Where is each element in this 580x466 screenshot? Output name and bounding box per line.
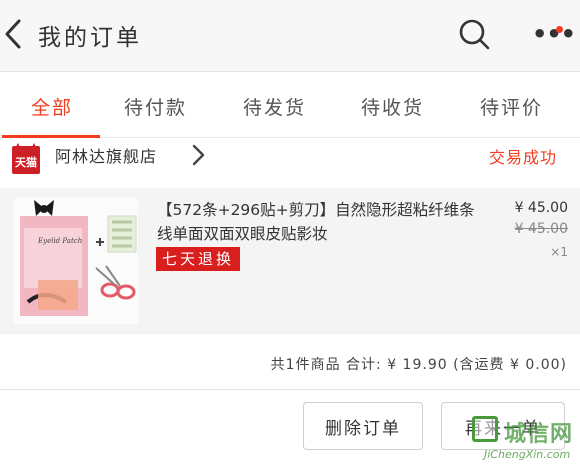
back-button[interactable] xyxy=(0,14,26,54)
chevron-right-icon xyxy=(192,144,205,166)
seven-day-return-badge: 七天退换 xyxy=(156,247,241,271)
app-header: 我的订单 ••• xyxy=(0,0,580,72)
chevron-left-icon xyxy=(5,19,21,49)
order-tabs: 全部 待付款 待发货 待收货 待评价 xyxy=(0,73,580,138)
tmall-logo-text: 天猫 xyxy=(15,156,37,169)
shop-name[interactable]: 阿林达旗舰店 xyxy=(55,143,157,167)
tab-pending-shipment[interactable]: 待发货 xyxy=(243,93,306,120)
tab-pending-payment[interactable]: 待付款 xyxy=(124,93,187,120)
watermark-logo-icon xyxy=(472,416,498,442)
product-title: 【572条+296贴+剪刀】自然隐形超粘纤维条线单面双面双眼皮贴影妆 xyxy=(157,201,475,243)
order-item[interactable]: Eyelid Patch 【572条+296贴+剪刀】自然隐形超粘纤维条线单面双… xyxy=(0,188,580,334)
shop-row: 天猫 阿林达旗舰店 交易成功 xyxy=(0,138,580,176)
package-script-label: Eyelid Patch xyxy=(37,237,82,245)
tab-pending-receipt[interactable]: 待收货 xyxy=(361,93,424,120)
tab-pending-review[interactable]: 待评价 xyxy=(480,93,543,120)
notification-dot xyxy=(556,26,563,33)
order-total: 共1件商品 合计: ¥ 19.90 (含运费 ¥ 0.00) xyxy=(270,357,567,373)
product-original-price: ¥ 45.00 xyxy=(514,221,568,237)
product-quantity: ×1 xyxy=(550,245,568,259)
watermark-text: 城信网 xyxy=(504,422,574,447)
tmall-logo: 天猫 xyxy=(12,143,40,174)
product-price: ¥ 45.00 xyxy=(514,200,568,216)
search-icon xyxy=(459,19,490,50)
delete-order-button[interactable]: 删除订单 xyxy=(303,402,423,450)
order-status: 交易成功 xyxy=(489,148,558,167)
page-title: 我的订单 xyxy=(38,25,142,51)
more-dots-icon: ••• xyxy=(532,20,576,48)
watermark-url: JiChengXin.com xyxy=(484,448,571,461)
order-summary: 共1件商品 合计: ¥ 19.90 (含运费 ¥ 0.00) xyxy=(0,334,580,390)
more-button[interactable]: ••• xyxy=(526,18,576,52)
tab-all[interactable]: 全部 xyxy=(31,93,73,120)
search-button[interactable] xyxy=(456,16,492,52)
shop-link[interactable] xyxy=(188,140,210,170)
product-thumbnail: Eyelid Patch xyxy=(14,198,138,324)
watermark: 城信网 JiChengXin.com xyxy=(470,412,580,466)
